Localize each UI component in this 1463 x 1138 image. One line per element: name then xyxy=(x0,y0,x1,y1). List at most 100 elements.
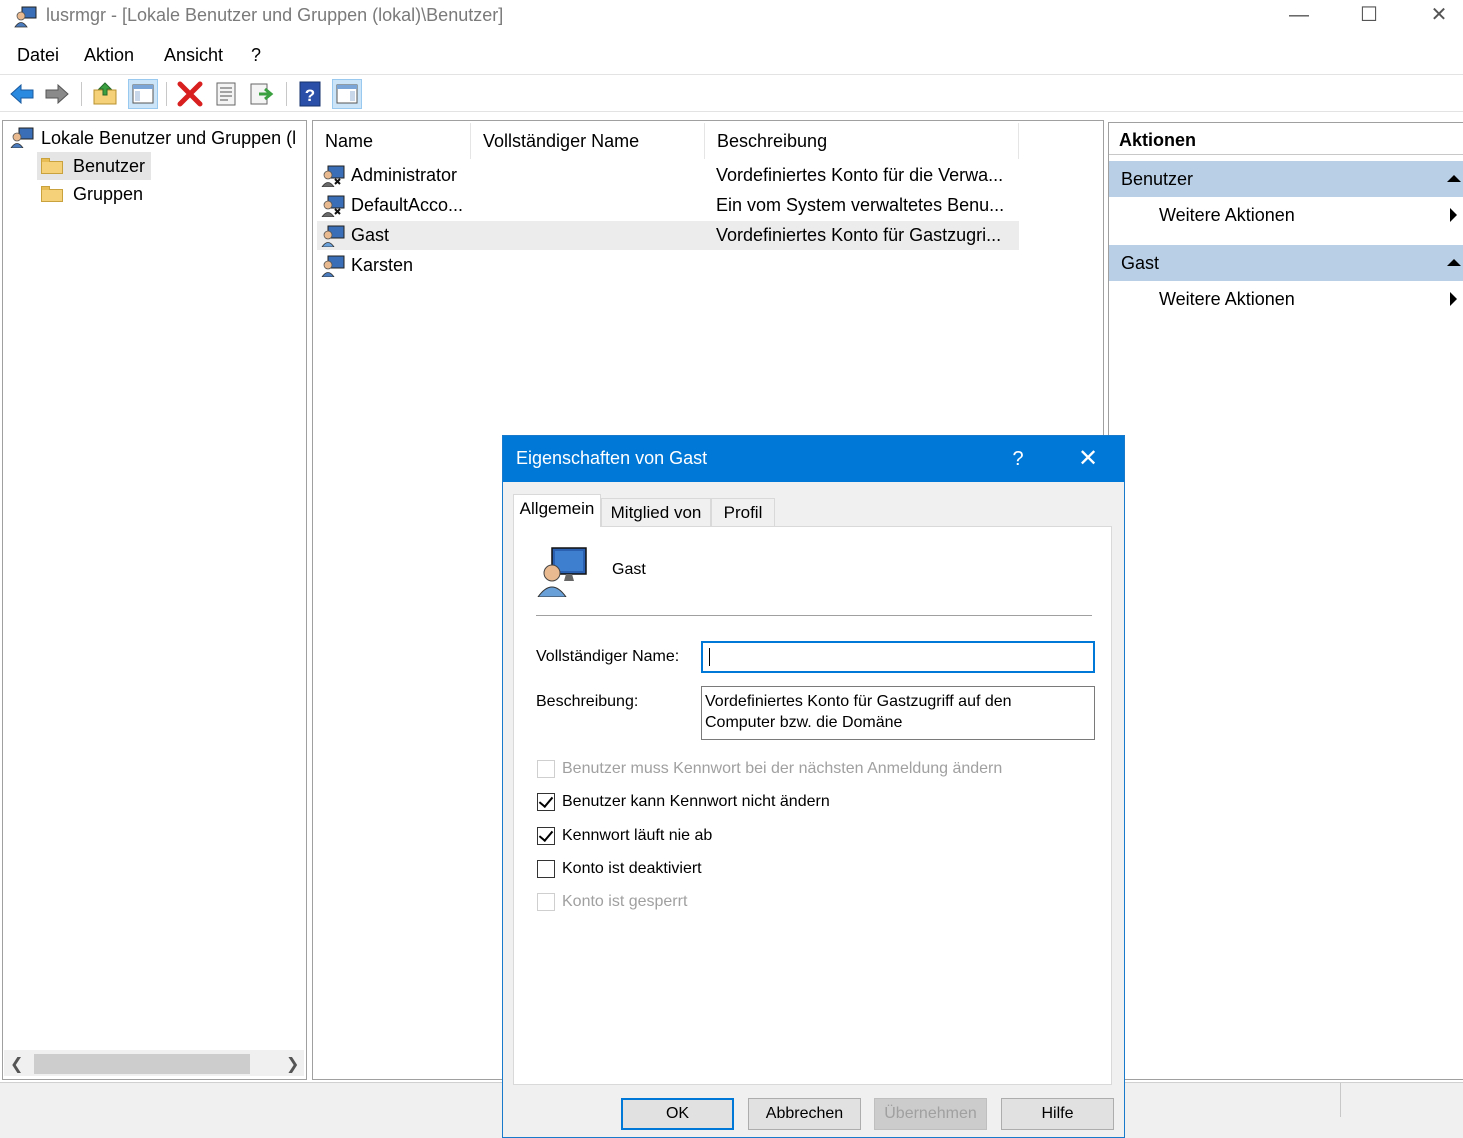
folder-icon xyxy=(41,186,63,202)
table-row[interactable]: Administrator Vordefiniertes Konto für d… xyxy=(317,161,1019,190)
dialog-user-name: Gast xyxy=(612,561,646,578)
toolbar-separator xyxy=(286,82,287,106)
app-users-icon xyxy=(14,6,37,28)
checkbox-label: Benutzer kann Kennwort nicht ändern xyxy=(562,793,830,810)
submenu-arrow-icon xyxy=(1450,292,1457,306)
actions-section-title: Benutzer xyxy=(1121,169,1194,189)
show-action-pane-icon[interactable] xyxy=(332,79,362,109)
menu-divider xyxy=(0,74,1463,75)
help-button[interactable]: Hilfe xyxy=(1001,1098,1114,1130)
action-weitere-aktionen[interactable]: Weitere Aktionen xyxy=(1159,205,1459,226)
actions-section-gast[interactable]: Gast xyxy=(1109,245,1463,281)
user-icon xyxy=(321,165,345,187)
user-icon xyxy=(321,225,345,247)
console-tree-pane: Lokale Benutzer und Gruppen (l Benutzer … xyxy=(2,120,307,1080)
scroll-right-icon[interactable]: ❯ xyxy=(286,1054,299,1074)
forward-arrow-icon[interactable] xyxy=(42,79,72,109)
tree-item-gruppen[interactable]: Gruppen xyxy=(41,180,143,208)
collapse-icon[interactable] xyxy=(1447,259,1461,266)
status-divider xyxy=(1340,1083,1341,1117)
description-input[interactable]: Vordefiniertes Konto für Gastzugriff auf… xyxy=(701,686,1095,740)
tree-horizontal-scrollbar[interactable]: ❮ ❯ xyxy=(4,1050,304,1076)
header-divider xyxy=(536,615,1092,616)
full-name-input[interactable] xyxy=(701,641,1095,673)
minimize-button[interactable]: — xyxy=(1276,0,1322,30)
actions-section-title: Gast xyxy=(1121,253,1160,273)
dialog-title-bar: Eigenschaften von Gast ? ✕ xyxy=(503,436,1124,482)
tree-item-benutzer[interactable]: Benutzer xyxy=(37,152,152,180)
tab-mitglied-von[interactable]: Mitglied von xyxy=(601,498,711,526)
toolbar-separator xyxy=(81,82,82,106)
toolbar-divider xyxy=(0,111,1463,112)
full-name-label: Vollständiger Name: xyxy=(536,648,680,665)
actions-pane: Aktionen Benutzer Weitere Aktionen Gast … xyxy=(1108,122,1463,1080)
collapse-icon[interactable] xyxy=(1447,175,1461,182)
show-hide-tree-icon[interactable] xyxy=(128,79,158,109)
cancel-button[interactable]: Abbrechen xyxy=(748,1098,861,1130)
checkbox-label: Konto ist gesperrt xyxy=(562,893,688,910)
back-arrow-icon[interactable] xyxy=(7,79,37,109)
user-icon xyxy=(321,255,345,277)
description-label: Beschreibung: xyxy=(536,693,639,710)
checkbox-account-locked[interactable] xyxy=(537,893,555,911)
column-header-description[interactable]: Beschreibung xyxy=(705,123,1019,159)
cell-description: Ein vom System verwaltetes Benu... xyxy=(716,195,1005,215)
toolbar-separator xyxy=(166,82,167,106)
menu-help[interactable]: ? xyxy=(251,45,261,66)
cell-description: Vordefiniertes Konto für die Verwa... xyxy=(716,165,1004,185)
checkbox-password-never-expires[interactable] xyxy=(537,826,555,845)
tab-allgemein[interactable]: Allgemein xyxy=(513,494,601,527)
menu-aktion[interactable]: Aktion xyxy=(84,45,134,66)
checkbox-account-disabled[interactable] xyxy=(537,860,555,878)
action-label: Weitere Aktionen xyxy=(1159,205,1295,225)
maximize-button[interactable]: ☐ xyxy=(1346,0,1392,30)
table-row[interactable]: Karsten xyxy=(317,251,1019,280)
menu-datei[interactable]: Datei xyxy=(17,45,59,66)
ok-button[interactable]: OK xyxy=(621,1098,734,1130)
export-list-icon[interactable] xyxy=(247,79,277,109)
actions-section-benutzer[interactable]: Benutzer xyxy=(1109,161,1463,197)
text-caret xyxy=(709,648,710,666)
dialog-title: Eigenschaften von Gast xyxy=(516,448,708,468)
action-label: Weitere Aktionen xyxy=(1159,289,1295,309)
delete-icon[interactable] xyxy=(175,79,205,109)
up-folder-icon[interactable] xyxy=(90,79,120,109)
table-row[interactable]: DefaultAcco... Ein vom System verwaltete… xyxy=(317,191,1019,220)
table-row-selected[interactable]: Gast Vordefiniertes Konto für Gastzugri.… xyxy=(317,221,1019,250)
checkbox-label: Kennwort läuft nie ab xyxy=(562,827,713,844)
cell-description: Vordefiniertes Konto für Gastzugri... xyxy=(716,225,1002,245)
scrollbar-thumb[interactable] xyxy=(34,1054,250,1074)
menu-bar: Datei Aktion Ansicht ? xyxy=(0,40,1463,72)
user-large-icon xyxy=(537,547,587,597)
apply-button[interactable]: Übernehmen xyxy=(874,1098,987,1130)
checkbox-must-change-password[interactable] xyxy=(537,760,555,778)
cell-name: Administrator xyxy=(351,165,458,185)
checkmark-icon xyxy=(538,792,554,809)
checkbox-label: Konto ist deaktiviert xyxy=(562,860,702,877)
tab-profil[interactable]: Profil xyxy=(711,498,775,526)
help-icon[interactable]: ? xyxy=(295,79,325,109)
action-weitere-aktionen[interactable]: Weitere Aktionen xyxy=(1159,289,1459,310)
tree-item-label: Benutzer xyxy=(73,156,146,176)
column-header-full-name[interactable]: Vollständiger Name xyxy=(471,123,705,159)
folder-icon xyxy=(41,158,63,174)
menu-ansicht[interactable]: Ansicht xyxy=(164,45,223,66)
user-icon xyxy=(321,195,345,217)
cell-name: Gast xyxy=(351,225,390,245)
scroll-left-icon[interactable]: ❮ xyxy=(10,1054,23,1074)
dialog-help-button[interactable]: ? xyxy=(1003,444,1033,474)
dialog-close-button[interactable]: ✕ xyxy=(1073,444,1103,474)
cell-name: Karsten xyxy=(351,255,414,275)
cell-name: DefaultAcco... xyxy=(351,195,464,215)
close-window-button[interactable]: ✕ xyxy=(1416,0,1462,30)
description-value: Vordefiniertes Konto für Gastzugriff auf… xyxy=(705,693,1012,731)
title-bar: lusrmgr - [Lokale Benutzer und Gruppen (… xyxy=(0,0,1463,34)
window-title: lusrmgr - [Lokale Benutzer und Gruppen (… xyxy=(46,5,504,25)
tab-page-general: Gast Vollständiger Name: Beschreibung: V… xyxy=(513,526,1112,1085)
column-header-name[interactable]: Name xyxy=(313,123,471,159)
users-groups-icon xyxy=(10,127,34,149)
properties-dialog: Eigenschaften von Gast ? ✕ Allgemein Mit… xyxy=(502,435,1125,1138)
tree-root[interactable]: Lokale Benutzer und Gruppen (l xyxy=(9,126,296,149)
checkbox-cannot-change-password[interactable] xyxy=(537,792,555,811)
properties-icon[interactable] xyxy=(211,79,241,109)
